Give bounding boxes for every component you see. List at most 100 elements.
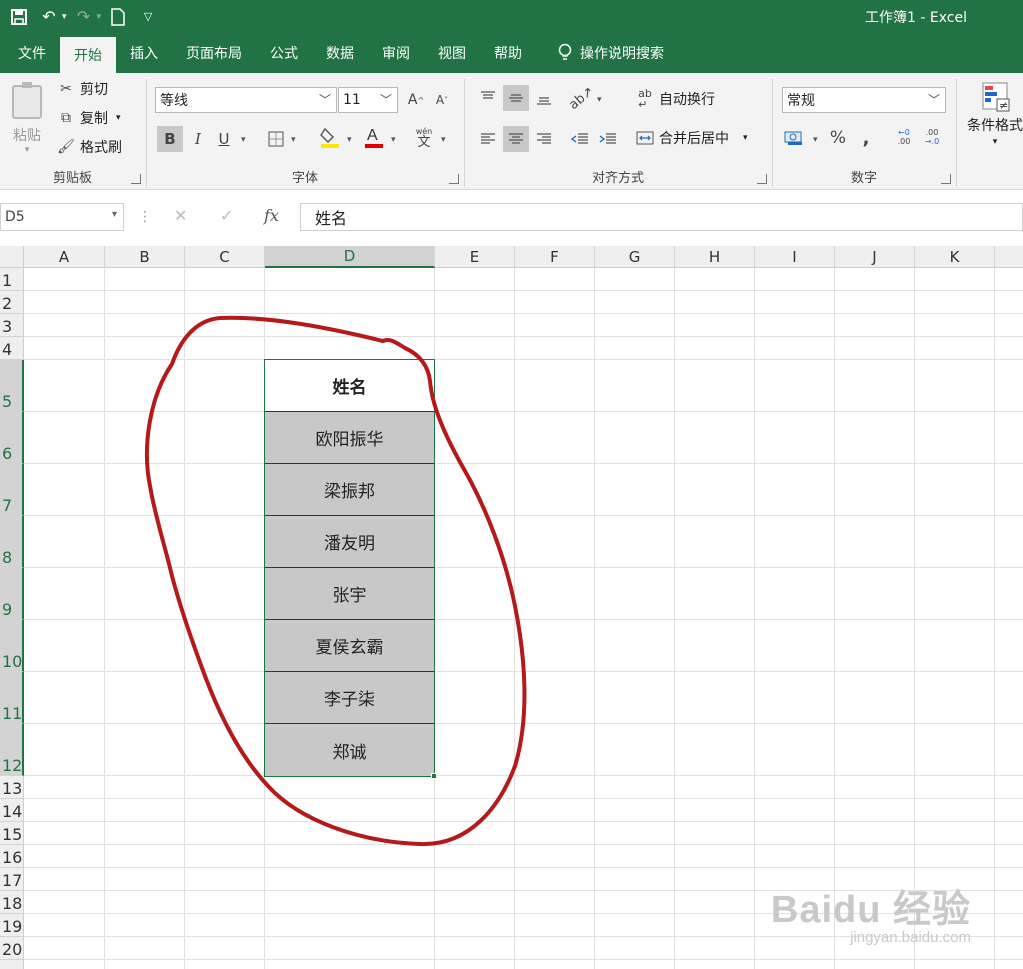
- row-header-21[interactable]: [0, 960, 24, 969]
- save-icon[interactable]: [6, 4, 32, 30]
- clipboard-launcher-icon[interactable]: [131, 174, 141, 184]
- name-box-dropdown-icon[interactable]: ▾: [112, 209, 117, 220]
- row-header-19[interactable]: 19: [0, 914, 24, 937]
- enter-check-icon[interactable]: ✓: [220, 206, 233, 225]
- tab-file[interactable]: 文件: [4, 33, 60, 73]
- align-left-button[interactable]: [475, 126, 501, 152]
- redo-dropdown-icon[interactable]: ▾: [97, 12, 102, 22]
- tab-data[interactable]: 数据: [312, 33, 368, 73]
- row-header-4[interactable]: 4: [0, 337, 24, 360]
- tab-insert[interactable]: 插入: [116, 33, 172, 73]
- orientation-button[interactable]: ab↗: [567, 84, 597, 113]
- row-header-1[interactable]: 1: [0, 268, 24, 291]
- alignment-launcher-icon[interactable]: [757, 174, 767, 184]
- column-header-c[interactable]: C: [185, 246, 265, 268]
- font-name-combo[interactable]: 等线 ﹀: [155, 87, 337, 113]
- insert-function-icon[interactable]: fx: [264, 206, 279, 225]
- column-header-g[interactable]: G: [595, 246, 675, 268]
- row-header-9[interactable]: 9: [0, 568, 24, 620]
- column-header-d[interactable]: D: [265, 246, 435, 268]
- fill-color-dropdown-icon[interactable]: ▾: [347, 135, 352, 145]
- undo-dropdown-icon[interactable]: ▾: [62, 12, 67, 22]
- accounting-format-button[interactable]: [781, 125, 807, 151]
- column-header-e[interactable]: E: [435, 246, 515, 268]
- comma-style-button[interactable]: ,: [853, 125, 879, 151]
- tab-page-layout[interactable]: 页面布局: [172, 33, 256, 73]
- row-header-20[interactable]: 20: [0, 937, 24, 960]
- redo-icon[interactable]: ↷: [71, 4, 97, 30]
- worksheet-grid[interactable]: A B C D E F G H I J K 1 2 3 4 5 6 7 8 9 …: [0, 246, 1023, 969]
- bottom-align-button[interactable]: [531, 85, 557, 111]
- decrease-decimal-button[interactable]: .00 →.0: [919, 125, 945, 151]
- fill-handle[interactable]: [431, 773, 437, 779]
- phonetic-guide-button[interactable]: wén 文: [411, 125, 437, 151]
- phonetic-dropdown-icon[interactable]: ▾: [441, 135, 446, 145]
- fill-color-button[interactable]: [317, 124, 343, 150]
- increase-indent-button[interactable]: [595, 126, 621, 152]
- font-launcher-icon[interactable]: [449, 174, 459, 184]
- wrap-text-button[interactable]: ab ↵ 自动换行: [635, 88, 715, 110]
- row-header-8[interactable]: 8: [0, 516, 24, 568]
- column-header-i[interactable]: I: [755, 246, 835, 268]
- column-header-k[interactable]: K: [915, 246, 995, 268]
- number-launcher-icon[interactable]: [941, 174, 951, 184]
- cell-d12[interactable]: 郑诚: [265, 724, 434, 776]
- font-color-dropdown-icon[interactable]: ▾: [391, 135, 396, 145]
- borders-dropdown-icon[interactable]: ▾: [291, 135, 296, 145]
- customize-qat-icon[interactable]: ▽: [135, 4, 161, 30]
- row-header-2[interactable]: 2: [0, 291, 24, 314]
- font-color-button[interactable]: A: [361, 124, 387, 150]
- tab-review[interactable]: 审阅: [368, 33, 424, 73]
- row-header-5[interactable]: 5: [0, 360, 24, 412]
- cancel-icon[interactable]: ✕: [174, 206, 187, 225]
- row-header-11[interactable]: 11: [0, 672, 24, 724]
- middle-align-button[interactable]: [503, 85, 529, 111]
- row-header-16[interactable]: 16: [0, 845, 24, 868]
- increase-decimal-button[interactable]: ←0 .00: [891, 125, 917, 151]
- row-header-6[interactable]: 6: [0, 412, 24, 464]
- copy-button[interactable]: ⧉ 复制 ▾: [56, 108, 121, 128]
- row-header-13[interactable]: 13: [0, 776, 24, 799]
- cell-d9[interactable]: 张宇: [265, 568, 434, 620]
- cell-d7[interactable]: 梁振邦: [265, 464, 434, 516]
- select-all-corner[interactable]: [0, 246, 24, 268]
- percent-button[interactable]: %: [825, 125, 851, 151]
- row-header-15[interactable]: 15: [0, 822, 24, 845]
- paste-button[interactable]: 粘贴 ▾: [6, 81, 48, 165]
- row-header-17[interactable]: 17: [0, 868, 24, 891]
- column-header-h[interactable]: H: [675, 246, 755, 268]
- tab-help[interactable]: 帮助: [480, 33, 536, 73]
- underline-button[interactable]: U: [211, 126, 237, 152]
- cut-button[interactable]: ✂ 剪切: [56, 79, 108, 99]
- merge-center-button[interactable]: 合并后居中 ▾: [635, 128, 748, 148]
- orientation-dropdown-icon[interactable]: ▾: [597, 95, 602, 105]
- row-header-18[interactable]: 18: [0, 891, 24, 914]
- column-header-f[interactable]: F: [515, 246, 595, 268]
- cell-d5-header[interactable]: 姓名: [265, 360, 434, 412]
- copy-dropdown-icon[interactable]: ▾: [116, 113, 121, 123]
- tab-formulas[interactable]: 公式: [256, 33, 312, 73]
- row-header-3[interactable]: 3: [0, 314, 24, 337]
- decrease-indent-button[interactable]: [567, 126, 593, 152]
- number-format-combo[interactable]: 常规 ﹀: [782, 87, 946, 113]
- tab-view[interactable]: 视图: [424, 33, 480, 73]
- column-header-j[interactable]: J: [835, 246, 915, 268]
- borders-button[interactable]: [263, 126, 289, 152]
- undo-icon[interactable]: ↶: [36, 4, 62, 30]
- tab-home[interactable]: 开始: [60, 37, 116, 73]
- underline-dropdown-icon[interactable]: ▾: [241, 135, 246, 145]
- bold-button[interactable]: B: [157, 126, 183, 152]
- cell-d11[interactable]: 李子柒: [265, 672, 434, 724]
- column-header-b[interactable]: B: [105, 246, 185, 268]
- cell-d6[interactable]: 欧阳振华: [265, 412, 434, 464]
- decrease-font-size-button[interactable]: Aˇ: [429, 87, 455, 113]
- align-right-button[interactable]: [531, 126, 557, 152]
- top-align-button[interactable]: [475, 85, 501, 111]
- accounting-dropdown-icon[interactable]: ▾: [813, 135, 818, 145]
- formula-bar-grip-icon[interactable]: ⋮: [138, 209, 152, 225]
- merge-dropdown-icon[interactable]: ▾: [743, 133, 748, 143]
- format-painter-button[interactable]: 🖌 格式刷: [56, 137, 122, 157]
- tell-me-search[interactable]: 操作说明搜索: [544, 33, 678, 73]
- name-box[interactable]: D5 ▾: [0, 203, 124, 231]
- cell-d10[interactable]: 夏侯玄霸: [265, 620, 434, 672]
